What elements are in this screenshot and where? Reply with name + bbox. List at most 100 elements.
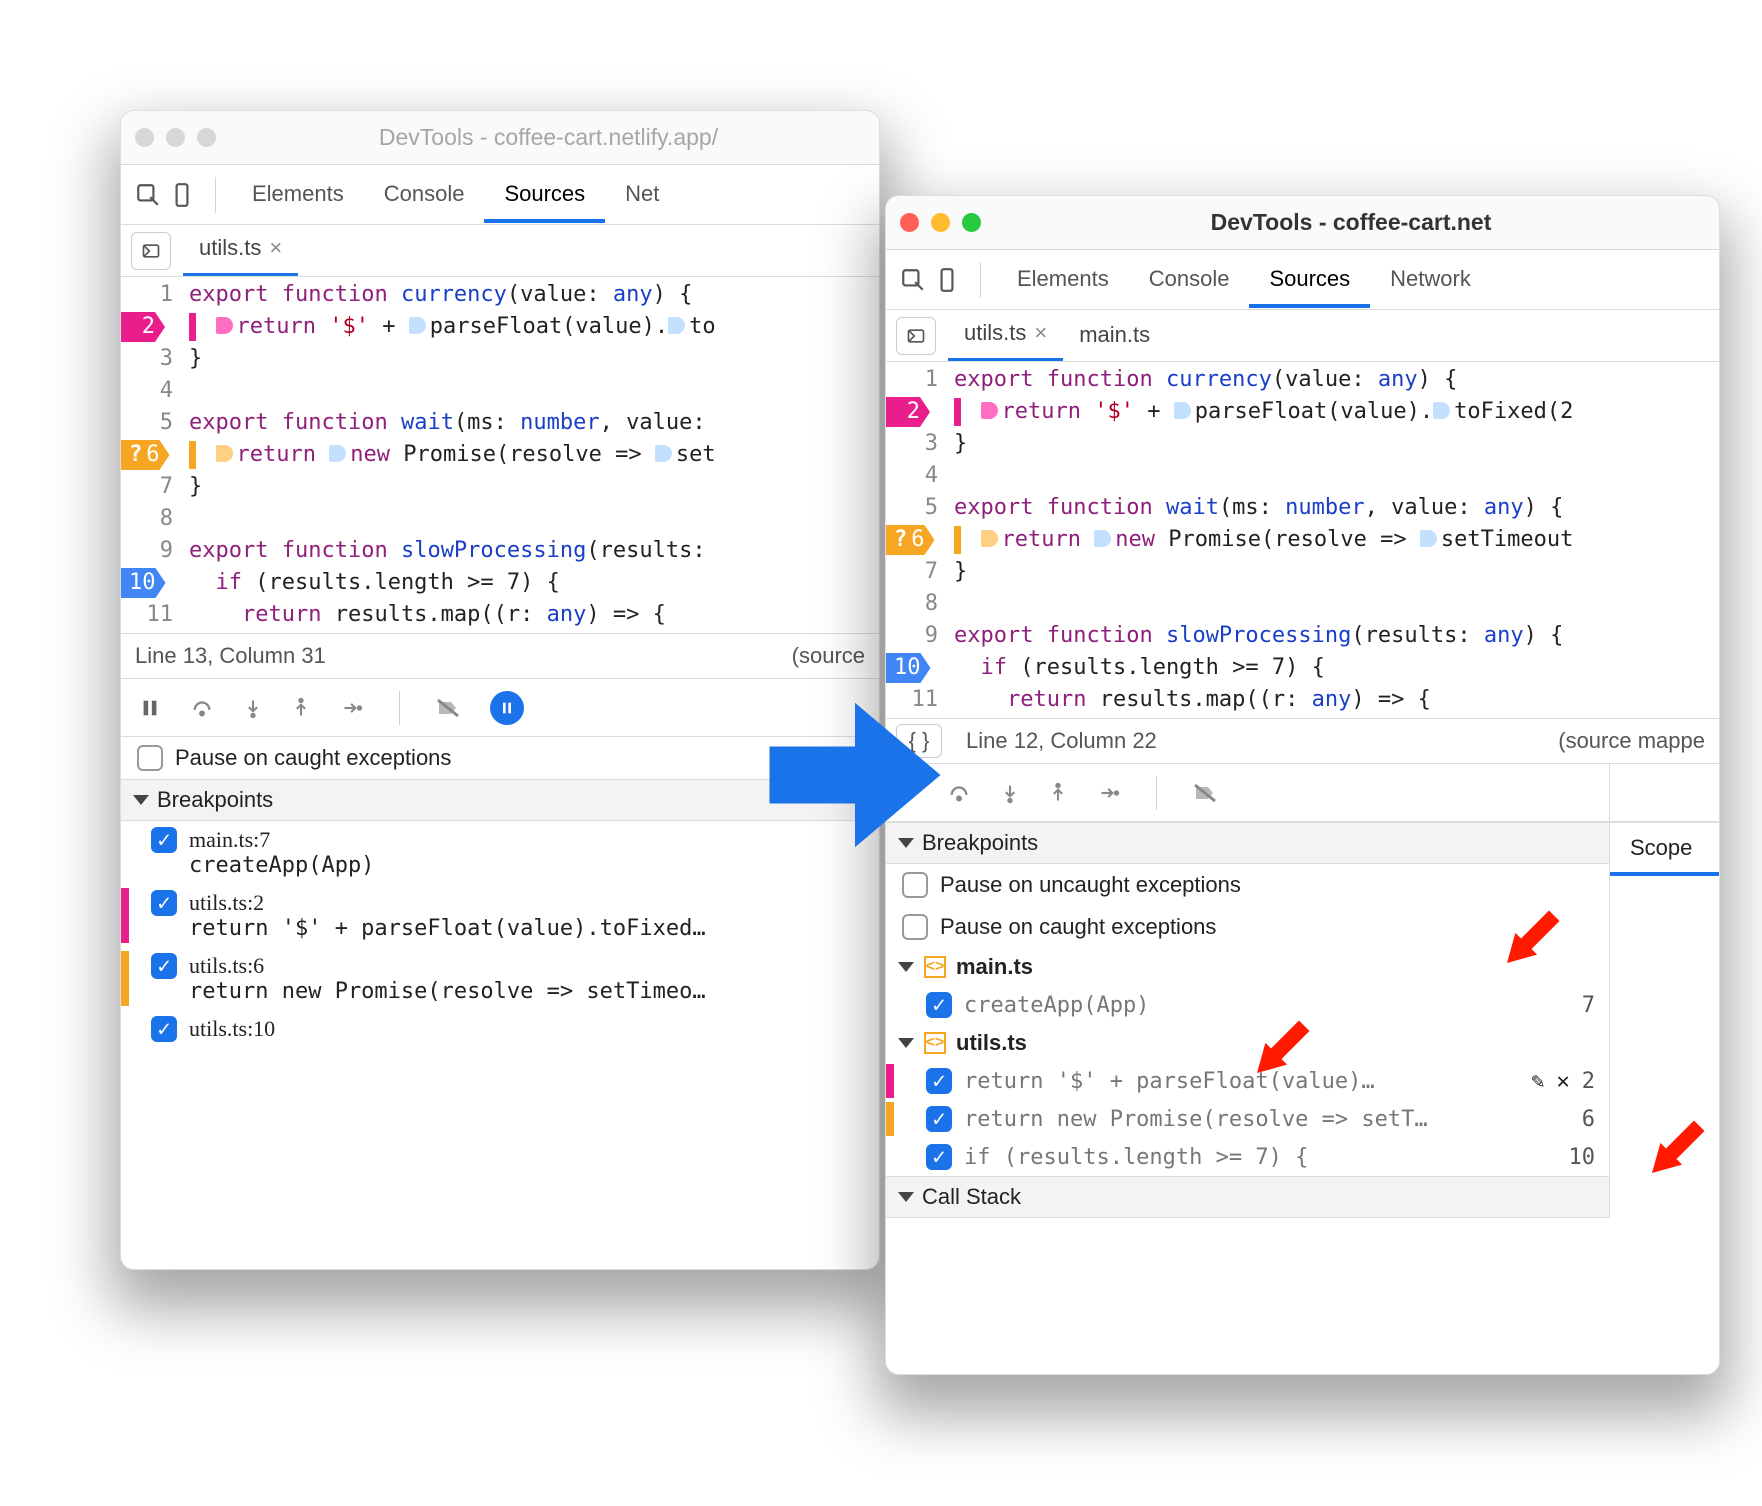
minimize-dot[interactable] xyxy=(166,128,185,147)
checkbox-checked[interactable]: ✓ xyxy=(926,992,952,1018)
tab-network[interactable]: Network xyxy=(1370,252,1491,308)
file-tab-utils[interactable]: utils.ts × xyxy=(183,225,298,276)
navigator-toggle-icon[interactable] xyxy=(896,317,936,355)
breakpoint-item[interactable]: ✓createApp(App)7 xyxy=(886,986,1609,1024)
window-titlebar: DevTools - coffee-cart.net xyxy=(886,196,1719,250)
cursor-position: Line 12, Column 22 xyxy=(966,728,1157,754)
file-tab-utils[interactable]: utils.ts × xyxy=(948,310,1063,361)
tab-sources[interactable]: Sources xyxy=(1249,252,1370,308)
checkbox-unchecked[interactable] xyxy=(137,745,163,771)
breakpoint-file-group[interactable]: <> utils.ts xyxy=(886,1024,1609,1062)
step-out-icon[interactable] xyxy=(291,696,311,720)
breakpoint-item[interactable]: ✓utils.ts:2return '$' + parseFloat(value… xyxy=(121,884,879,947)
breakpoint-file-name: utils.ts xyxy=(956,1030,1027,1056)
inspect-icon[interactable] xyxy=(896,263,930,297)
breakpoint-item[interactable]: ✓ if (results.length >= 7) { 10 xyxy=(886,1138,1609,1176)
tab-scope[interactable]: Scope xyxy=(1610,822,1719,876)
code-editor[interactable]: 12345?67891011 export function currency(… xyxy=(121,277,879,633)
step-out-icon[interactable] xyxy=(1048,781,1068,805)
checkbox-unchecked[interactable] xyxy=(902,872,928,898)
close-icon[interactable]: × xyxy=(1034,320,1047,346)
traffic-lights[interactable] xyxy=(900,213,981,232)
step-icon[interactable] xyxy=(339,698,365,718)
deactivate-breakpoints-icon[interactable] xyxy=(434,696,462,720)
pause-caught-label: Pause on caught exceptions xyxy=(175,745,451,771)
breakpoint-item[interactable]: ✓ utils.ts:6return new Promise(resolve =>… xyxy=(121,947,879,1010)
breakpoint-snippet: return '$' + parseFloat(value).toFixed… xyxy=(151,916,863,941)
file-tab-label: utils.ts xyxy=(199,235,261,261)
checkbox-checked[interactable]: ✓ xyxy=(926,1144,952,1170)
tab-network[interactable]: Net xyxy=(605,167,679,223)
checkbox-checked[interactable]: ✓ xyxy=(151,827,177,853)
scope-label: Scope xyxy=(1630,835,1692,861)
tab-console[interactable]: Console xyxy=(364,167,485,223)
breakpoint-line-number: 2 xyxy=(1582,1069,1595,1094)
window-title: DevTools - coffee-cart.netlify.app/ xyxy=(232,124,865,151)
tab-elements[interactable]: Elements xyxy=(997,252,1129,308)
file-tab-main[interactable]: main.ts xyxy=(1063,312,1166,360)
editor-status: Line 13, Column 31 (source xyxy=(121,633,879,679)
device-icon[interactable] xyxy=(165,178,199,212)
editor-status: { } Line 12, Column 22 (source mappe xyxy=(886,718,1719,764)
checkbox-checked[interactable]: ✓ xyxy=(926,1106,952,1132)
step-into-icon[interactable] xyxy=(243,696,263,720)
close-dot[interactable] xyxy=(135,128,154,147)
file-icon: <> xyxy=(924,1032,946,1054)
file-tabs: utils.ts × main.ts xyxy=(886,310,1719,362)
disclosure-triangle-icon xyxy=(898,1192,914,1202)
checkbox-checked[interactable]: ✓ xyxy=(151,953,177,979)
callout-arrow-icon xyxy=(1250,1010,1320,1080)
window-title: DevTools - coffee-cart.net xyxy=(997,209,1705,236)
breakpoint-line-number: 10 xyxy=(1569,1145,1596,1170)
tab-console[interactable]: Console xyxy=(1129,252,1250,308)
breakpoint-snippet: if (results.length >= 7) { xyxy=(964,1145,1557,1170)
deactivate-breakpoints-icon[interactable] xyxy=(1191,781,1219,805)
window-titlebar: DevTools - coffee-cart.netlify.app/ xyxy=(121,111,879,165)
callstack-header[interactable]: Call Stack xyxy=(886,1176,1609,1218)
step-over-icon[interactable] xyxy=(189,697,215,719)
breakpoint-snippet: return '$' + parseFloat(value)… xyxy=(964,1069,1519,1094)
checkbox-unchecked[interactable] xyxy=(902,914,928,940)
disclosure-triangle-icon xyxy=(133,795,149,805)
breakpoint-item[interactable]: ✓utils.ts:10 xyxy=(121,1010,879,1048)
close-icon[interactable]: × xyxy=(269,235,282,261)
disclosure-triangle-icon xyxy=(898,1038,914,1048)
tab-sources[interactable]: Sources xyxy=(484,167,605,223)
minimize-dot[interactable] xyxy=(931,213,950,232)
breakpoint-item[interactable]: ✓ return '$' + parseFloat(value)… ✎ ✕ 2 xyxy=(886,1062,1609,1100)
edit-icon[interactable]: ✎ xyxy=(1531,1069,1544,1094)
remove-icon[interactable]: ✕ xyxy=(1557,1069,1570,1094)
inspect-icon[interactable] xyxy=(131,178,165,212)
breakpoint-snippet: return new Promise(resolve => setTimeo… xyxy=(151,979,863,1004)
step-into-icon[interactable] xyxy=(1000,781,1020,805)
device-icon[interactable] xyxy=(930,263,964,297)
zoom-dot[interactable] xyxy=(962,213,981,232)
checkbox-checked[interactable]: ✓ xyxy=(151,890,177,916)
pause-caught-label: Pause on caught exceptions xyxy=(940,914,1216,940)
checkbox-checked[interactable]: ✓ xyxy=(926,1068,952,1094)
tab-elements[interactable]: Elements xyxy=(232,167,364,223)
file-icon: <> xyxy=(924,956,946,978)
breakpoint-location: utils.ts:6 xyxy=(189,953,264,979)
breakpoints-tree: <>main.ts✓createApp(App)7<>utils.ts✓retu… xyxy=(886,948,1609,1176)
close-dot[interactable] xyxy=(900,213,919,232)
callout-arrow-icon xyxy=(1500,900,1570,970)
navigator-toggle-icon[interactable] xyxy=(131,232,171,270)
traffic-lights[interactable] xyxy=(135,128,216,147)
code-editor[interactable]: 12345?67891011 export function currency(… xyxy=(886,362,1719,718)
zoom-dot[interactable] xyxy=(197,128,216,147)
step-icon[interactable] xyxy=(1096,783,1122,803)
breakpoint-snippet: createApp(App) xyxy=(151,853,863,878)
breakpoint-snippet: return new Promise(resolve => setT… xyxy=(964,1107,1570,1132)
panel-tabs: Elements Console Sources Network xyxy=(886,250,1719,310)
debugger-toolbar xyxy=(886,764,1609,822)
checkbox-checked[interactable]: ✓ xyxy=(151,1016,177,1042)
breakpoint-line-number: 6 xyxy=(1582,1107,1595,1132)
pause-on-exceptions-icon[interactable] xyxy=(490,691,524,725)
breakpoint-item[interactable]: ✓ return new Promise(resolve => setT… 6 xyxy=(886,1100,1609,1138)
pause-icon[interactable] xyxy=(139,697,161,719)
sourcemap-hint: (source mappe xyxy=(1558,728,1705,754)
breakpoint-file-name: main.ts xyxy=(956,954,1033,980)
breakpoint-location: main.ts:7 xyxy=(189,827,270,853)
breakpoints-header[interactable]: Breakpoints xyxy=(886,822,1609,864)
